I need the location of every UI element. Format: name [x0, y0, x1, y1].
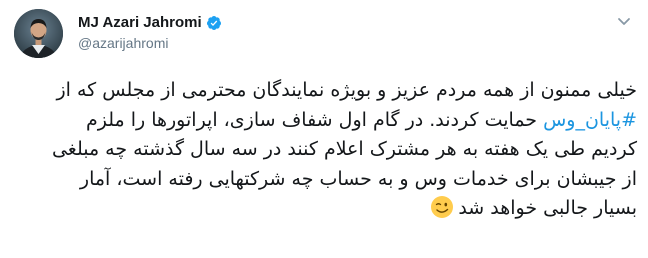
chevron-down-icon[interactable] [616, 13, 632, 29]
avatar-image [14, 9, 63, 58]
tweet-line-4: از جیبشان برای خدمات وس و به حساب چه شرک… [79, 167, 637, 190]
tweet-line-2-text: حمایت کردند. در گام اول شفاف سازی، اپرات… [85, 108, 544, 131]
hashtag-link[interactable]: #پایان_وس [543, 109, 637, 131]
winking-face-emoji-icon [430, 195, 454, 219]
tweet-text: خیلی ممنون از همه مردم عزیز و بویژه نمای… [17, 76, 637, 224]
tweet-line-2: #پایان_وس حمایت کردند. در گام اول شفاف س… [17, 106, 637, 136]
tweet-card: MJ Azari Jahromi @azarijahromi خیلی ممنو… [0, 0, 648, 258]
tweet-line-5-text: بسیار جالبی خواهد شد [458, 197, 637, 219]
tweet-line-1: خیلی ممنون از همه مردم عزیز و بویژه نمای… [56, 79, 637, 101]
verified-badge-icon [206, 15, 222, 31]
author-name-row[interactable]: MJ Azari Jahromi [78, 14, 222, 32]
avatar[interactable] [14, 9, 63, 58]
tweet-line-3: کردیم طی یک هفته به هر مشترک اعلام کنند … [51, 138, 637, 160]
tweet-line-5: بسیار جالبی خواهد شد [17, 194, 637, 224]
author-handle[interactable]: @azarijahromi [78, 34, 168, 52]
author-display-name[interactable]: MJ Azari Jahromi [78, 14, 202, 32]
